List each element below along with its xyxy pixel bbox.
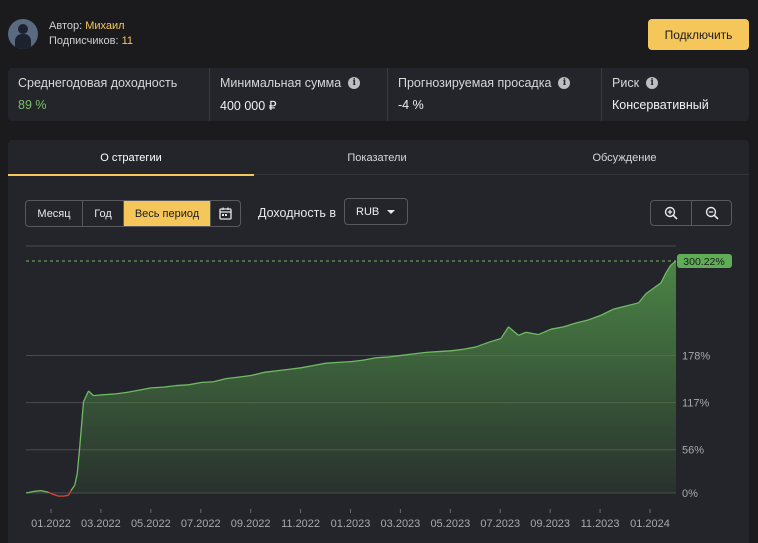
avatar[interactable]: [8, 19, 38, 49]
stat-risk: Риск i Консервативный: [601, 68, 749, 121]
x-tick-label: 05.2023: [430, 518, 470, 530]
subscribers-label: Подписчиков:: [49, 35, 119, 47]
y-tick-label: 0%: [682, 488, 698, 500]
series-line-segment: [425, 350, 439, 354]
stat-min-amount: Минимальная сумма i 400 000 ₽: [209, 68, 387, 121]
x-tick-label: 01.2023: [331, 518, 371, 530]
stat-drawdown: Прогнозируемая просадка i -4 %: [387, 68, 601, 121]
yield-chart[interactable]: 0% 56% 117% 178% 300.22% 01.2022 03.2022 05.202…: [8, 140, 749, 543]
author-label: Автор:: [49, 20, 83, 32]
stat-label: Прогнозируемая просадка i: [398, 76, 601, 90]
subscribers-count: 11: [121, 35, 133, 47]
y-tick-label: 178%: [682, 350, 710, 362]
stat-label-text: Риск: [612, 76, 640, 90]
x-tick-label: 01.2024: [630, 518, 670, 530]
x-tick-label: 05.2022: [131, 518, 171, 530]
series-line-segment: [100, 393, 114, 396]
x-tick-label: 09.2023: [530, 518, 570, 530]
stats-bar: Среднегодовая доходность 89 % Минимальна…: [8, 68, 749, 121]
x-tick-label: 07.2023: [480, 518, 520, 530]
negative-line-segment: [53, 493, 59, 497]
x-tick-label: 09.2022: [231, 518, 271, 530]
stat-label: Минимальная сумма i: [220, 76, 387, 90]
x-tick-label: 07.2022: [181, 518, 221, 530]
stat-label-text: Минимальная сумма: [220, 76, 342, 90]
series-line-segment: [33, 490, 42, 493]
author-block: Автор: Михаил Подписчиков: 11: [8, 16, 133, 52]
series-line-segment: [325, 361, 339, 364]
series-line-segment: [338, 360, 352, 364]
series-line-segment: [375, 356, 389, 359]
series-line-segment: [175, 384, 189, 387]
author-name-link[interactable]: Михаил: [85, 20, 124, 32]
stat-label-text: Среднегодовая доходность: [18, 76, 178, 90]
avatar-head: [18, 24, 28, 34]
info-icon[interactable]: i: [558, 77, 571, 89]
author-info: Автор: Михаил Подписчиков: 11: [49, 19, 133, 49]
stat-value: -4 %: [398, 98, 424, 112]
stat-annual-return: Среднегодовая доходность 89 %: [8, 68, 209, 121]
stat-value: 89 %: [18, 98, 47, 112]
negative-line-segment: [63, 494, 69, 497]
x-tick-label: 11.2022: [281, 518, 320, 530]
x-tick-label: 11.2023: [581, 518, 620, 530]
x-tick-label: 01.2022: [31, 518, 71, 530]
y-tick-label: 117%: [682, 398, 710, 410]
stat-value: Консервативный: [612, 98, 709, 112]
x-tick-label: 03.2023: [381, 518, 421, 530]
area-fill: [26, 261, 676, 493]
series-line-segment: [93, 394, 102, 397]
subscribers-line: Подписчиков: 11: [49, 34, 133, 49]
info-icon[interactable]: i: [646, 77, 659, 89]
last-value-label: 300.22%: [683, 256, 724, 268]
stat-label: Среднегодовая доходность: [18, 76, 209, 90]
y-tick-label: 56%: [682, 445, 704, 457]
series-line-segment: [150, 386, 164, 389]
strategy-panel: О стратегии Показатели Обсуждение Месяц …: [8, 140, 749, 543]
stat-value: 400 000 ₽: [220, 99, 277, 113]
author-line: Автор: Михаил: [49, 19, 133, 34]
avatar-torso: [15, 34, 31, 49]
connect-button[interactable]: Подключить: [648, 19, 749, 50]
series-line-segment: [200, 381, 214, 384]
info-icon[interactable]: i: [348, 77, 361, 89]
stat-label-text: Прогнозируемая просадка: [398, 76, 552, 90]
series-line-segment: [438, 350, 452, 353]
stat-label: Риск i: [612, 76, 749, 90]
x-tick-label: 03.2022: [81, 518, 121, 530]
